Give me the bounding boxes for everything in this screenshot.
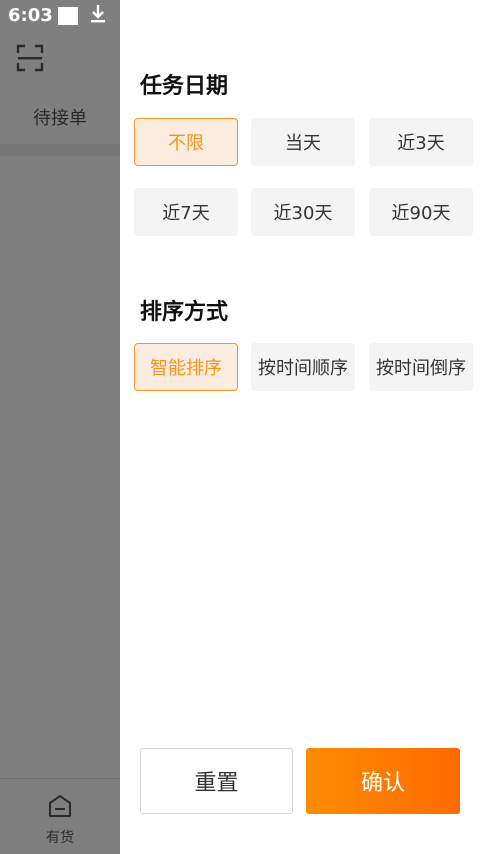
divider	[0, 144, 120, 156]
bottom-nav-item-stock[interactable]: 有货	[0, 778, 120, 854]
screen: 6:03 待接单 有货 任务日期 不限 当天 近3天 近7天 近30天 近90天…	[0, 0, 480, 854]
home-box-icon	[47, 793, 73, 819]
scan-icon[interactable]	[16, 44, 44, 72]
status-bar: 6:03	[0, 0, 120, 32]
date-option-90-days[interactable]: 近90天	[369, 188, 473, 236]
tab-pending-orders[interactable]: 待接单	[0, 104, 120, 130]
date-option-unlimited[interactable]: 不限	[134, 118, 238, 166]
date-option-7-days[interactable]: 近7天	[134, 188, 238, 236]
confirm-button[interactable]: 确认	[306, 748, 460, 814]
dimmed-background-page[interactable]: 6:03 待接单 有货	[0, 0, 120, 854]
filter-drawer: 任务日期 不限 当天 近3天 近7天 近30天 近90天 排序方式 智能排序 按…	[120, 0, 480, 854]
sort-section-title: 排序方式	[140, 300, 229, 325]
sort-option-smart[interactable]: 智能排序	[134, 343, 238, 391]
date-section-title: 任务日期	[140, 74, 229, 99]
notification-square-icon	[58, 7, 78, 25]
sort-option-time-desc[interactable]: 按时间倒序	[369, 343, 473, 391]
date-option-today[interactable]: 当天	[251, 118, 355, 166]
download-icon	[88, 3, 108, 30]
status-time: 6:03	[8, 5, 53, 26]
bottom-nav-label: 有货	[46, 830, 74, 846]
reset-button[interactable]: 重置	[140, 748, 293, 814]
sort-option-time-asc[interactable]: 按时间顺序	[251, 343, 355, 391]
date-option-30-days[interactable]: 近30天	[251, 188, 355, 236]
date-option-3-days[interactable]: 近3天	[369, 118, 473, 166]
